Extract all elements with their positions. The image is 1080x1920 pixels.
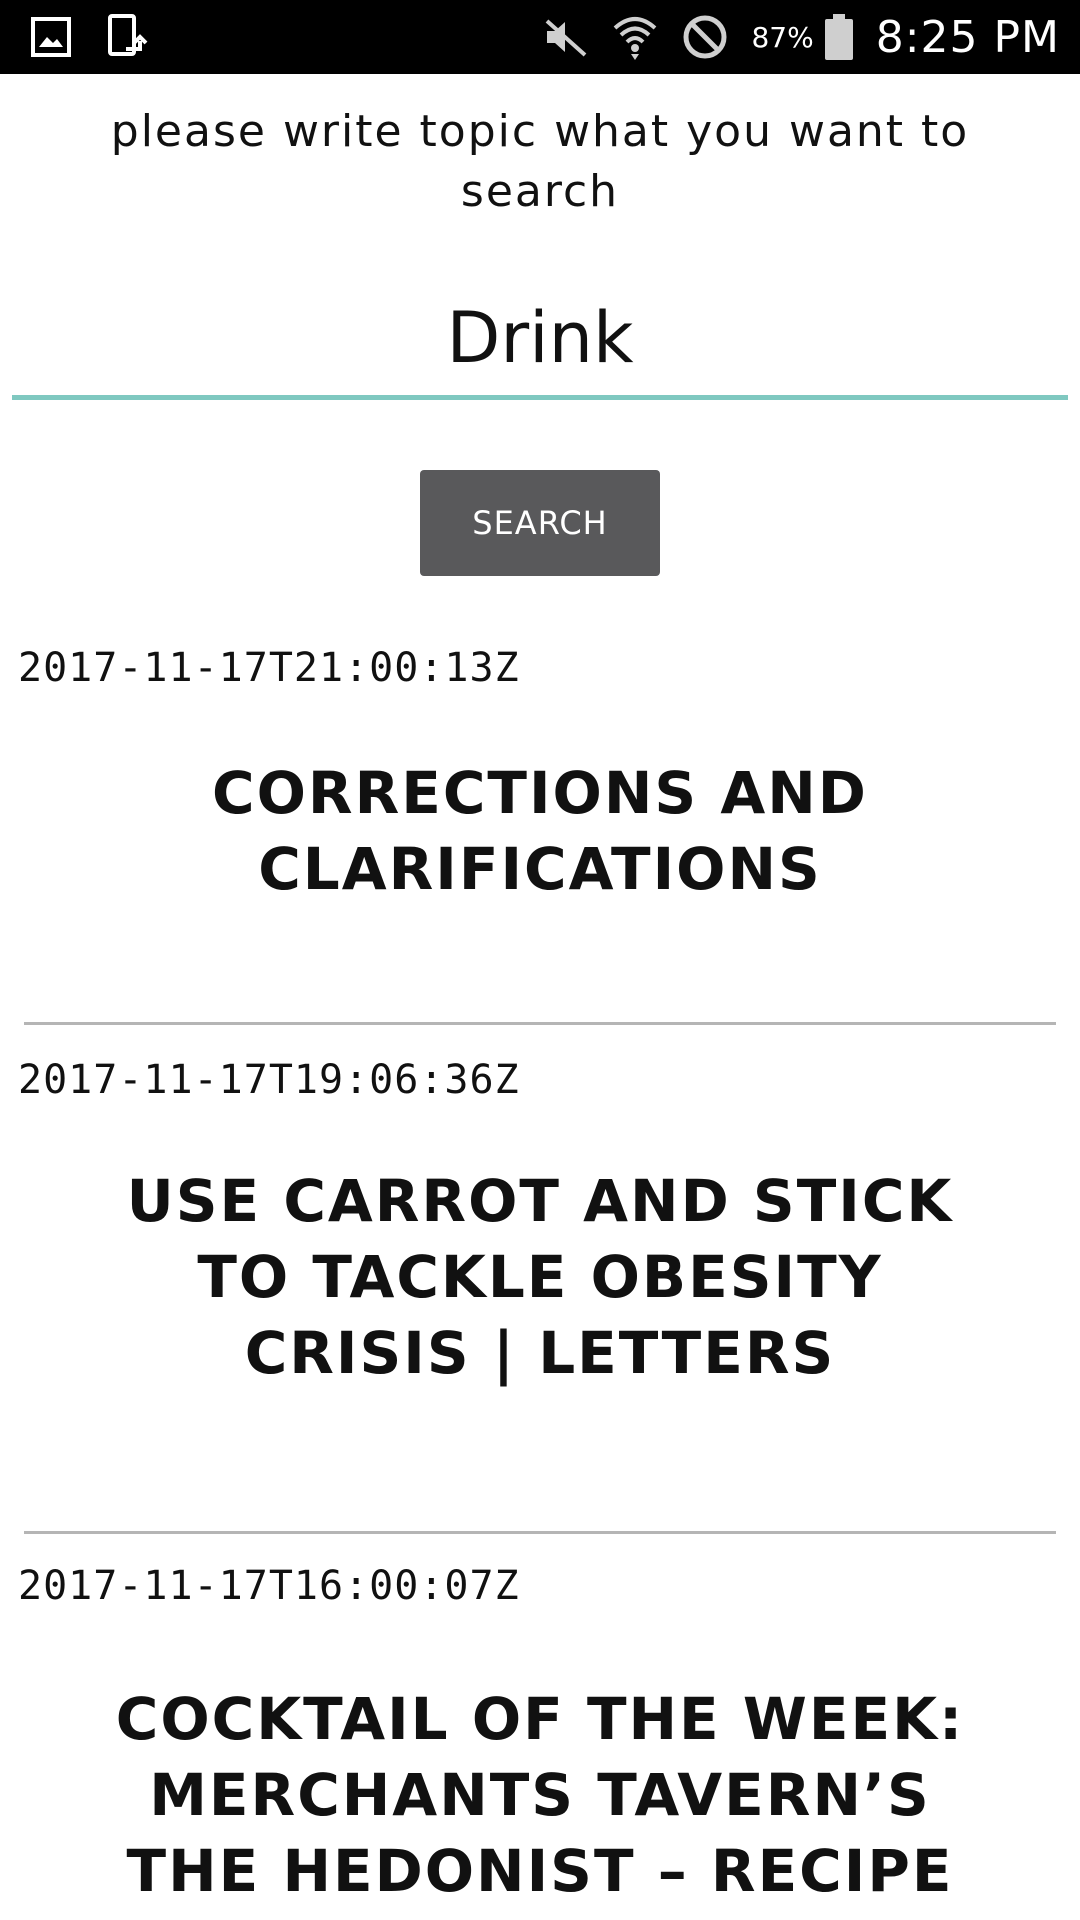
gallery-icon	[30, 16, 72, 58]
result-title: USE CARROT AND STICK TO TACKLE OBESITY C…	[126, 1167, 954, 1387]
list-item[interactable]: 2017-11-17T19:06:36Z USE CARROT AND STIC…	[0, 1035, 1080, 1535]
search-field[interactable]	[12, 280, 1068, 400]
result-title: CORRECTIONS AND CLARIFICATIONS	[212, 759, 868, 903]
result-date: 2017-11-17T19:06:36Z	[18, 1057, 520, 1103]
screen-rotate-icon	[106, 13, 150, 61]
clock: 8:25 PM	[875, 11, 1060, 63]
status-bar: 87% 8:25 PM	[0, 0, 1080, 74]
search-button[interactable]: SEARCH	[420, 470, 660, 576]
list-item[interactable]: 2017-11-17T16:00:07Z COCKTAIL OF THE WEE…	[0, 1545, 1080, 1920]
search-input[interactable]	[12, 280, 1068, 395]
mute-icon	[543, 17, 589, 57]
wifi-icon	[611, 12, 659, 62]
result-date: 2017-11-17T21:00:13Z	[18, 645, 520, 691]
divider	[24, 1531, 1056, 1534]
list-item[interactable]: 2017-11-17T21:00:13Z CORRECTIONS AND CLA…	[0, 625, 1080, 1035]
do-not-disturb-icon	[681, 13, 729, 61]
battery-icon	[824, 13, 854, 61]
search-prompt: please write topic what you want to sear…	[110, 106, 970, 217]
divider	[24, 1022, 1056, 1025]
result-title: COCKTAIL OF THE WEEK: MERCHANTS TAVERN’S…	[115, 1685, 965, 1905]
battery-percent: 87%	[751, 20, 814, 54]
status-left	[30, 12, 150, 62]
status-right: 87% 8:25 PM	[543, 8, 1060, 66]
result-date: 2017-11-17T16:00:07Z	[18, 1563, 520, 1609]
